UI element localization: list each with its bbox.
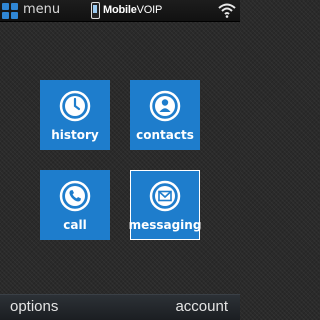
phone-icon [91,2,100,19]
account-softkey[interactable]: account [175,298,228,315]
phone-handset-icon [59,180,91,212]
menu-grid-icon[interactable] [2,3,18,19]
messaging-tile[interactable]: messaging [128,170,202,240]
app-brand: MobileVOIP [103,4,162,16]
clock-icon [59,90,91,122]
contacts-label: contacts [136,128,194,142]
softkey-bar: options account [0,294,240,320]
person-icon [149,90,181,122]
brand-bold: Mobile [103,4,137,16]
messaging-label: messaging [128,218,202,232]
status-bar: menu MobileVOIP [0,0,240,22]
call-tile[interactable]: call [40,170,110,240]
history-label: history [51,128,99,142]
history-tile[interactable]: history [40,80,110,150]
contacts-tile[interactable]: contacts [130,80,200,150]
brand-rest: VOIP [136,4,163,16]
menu-label[interactable]: menu [23,2,60,17]
options-softkey[interactable]: options [10,298,58,315]
call-label: call [63,218,87,232]
envelope-icon [149,180,181,212]
wifi-signal-icon [218,3,236,18]
